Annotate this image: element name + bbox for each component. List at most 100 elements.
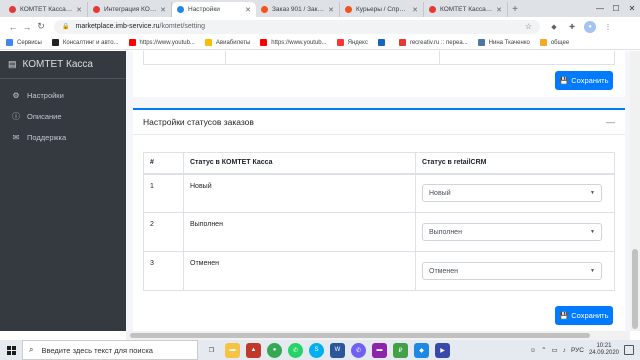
taskbar-search[interactable]: ⌕ Введите здесь текст для поиска — [22, 340, 198, 360]
folder-icon[interactable]: ▬ — [372, 342, 387, 358]
photo-app-icon[interactable]: ▲ — [246, 342, 261, 358]
sidebar-item-description[interactable]: ⓘ Описание — [0, 106, 126, 127]
row-number: 2 — [143, 212, 184, 252]
bookmark-item[interactable]: Нина Ткаченко — [477, 39, 530, 46]
save-button-label: Сохранить — [571, 76, 609, 85]
browser-tab[interactable]: КОМТЕТ Касса - Ос✕ — [424, 2, 508, 17]
game-app-icon[interactable]: ◆ — [414, 342, 429, 358]
tab-close-icon[interactable]: ✕ — [76, 6, 82, 14]
pinned-apps: ❐ ▬ ▲ ● ✆ S W ✆ ▬ ₽ ◆ ▶ — [204, 342, 450, 358]
youtube-icon — [260, 39, 268, 46]
save-button-top[interactable]: 💾 Сохранить — [555, 71, 613, 90]
forward-arrow-icon[interactable]: → — [20, 22, 34, 32]
extension-icon[interactable]: ◆ — [548, 21, 560, 33]
url-host: marketplace.imb-service.ru — [75, 23, 160, 30]
browser-tab[interactable]: КОМТЕТ Касса - Ос✕ — [4, 2, 88, 17]
table-row: 3 Отменен Отменен ▼ — [143, 251, 615, 291]
gears-icon: ⚙ — [12, 91, 20, 100]
minimize-icon[interactable]: — — [592, 0, 608, 17]
sidebar-item-support[interactable]: ✉ Поддержка — [0, 127, 126, 148]
bookmark-label: Авиабилеты — [215, 39, 251, 46]
tab-close-icon[interactable]: ✕ — [496, 6, 502, 14]
bookmark-item[interactable]: Консалтинг и авто... — [51, 39, 119, 46]
money-app-icon[interactable]: ₽ — [393, 342, 408, 358]
browser-tab[interactable]: Заказ 901 / Заказы ✕ — [256, 2, 340, 17]
word-icon[interactable]: W — [330, 342, 345, 358]
back-arrow-icon[interactable]: ← — [6, 22, 20, 32]
bookmark-star-icon[interactable]: ☆ — [525, 22, 532, 31]
scrollbar-thumb[interactable] — [130, 333, 590, 338]
tab-favicon-icon — [9, 6, 16, 13]
tab-close-icon[interactable]: ✕ — [245, 6, 251, 14]
people-icon[interactable]: ☺ — [529, 347, 536, 354]
new-tab-button[interactable]: + — [508, 2, 522, 17]
bookmark-item[interactable]: общее — [539, 39, 569, 46]
crm-status-select[interactable]: Новый ▼ — [422, 184, 602, 203]
bookmark-favicon-icon — [398, 39, 406, 46]
tab-close-icon[interactable]: ✕ — [328, 6, 334, 14]
start-button[interactable] — [0, 340, 22, 360]
tab-close-icon[interactable]: ✕ — [412, 6, 418, 14]
table-cell — [144, 51, 226, 64]
whatsapp-icon[interactable]: ✆ — [288, 342, 303, 358]
system-tray: ☺ ⌃ ▭ ♪ РУС 10:21 24.09.2020 — [529, 343, 640, 357]
collapse-icon[interactable]: — — [606, 117, 615, 127]
status-table: # Статус в КОМТЕТ Касса Статус в retailC… — [143, 152, 615, 291]
skype-icon[interactable]: S — [309, 342, 324, 358]
browser-tab-active[interactable]: Настройки ✕ — [172, 2, 256, 17]
settings-card-previous: 💾 Сохранить — [133, 51, 625, 97]
scrollbar-thumb[interactable] — [632, 249, 638, 329]
horizontal-scrollbar[interactable] — [126, 331, 630, 340]
vertical-scrollbar[interactable] — [630, 51, 640, 331]
chevron-down-icon: ▼ — [590, 229, 595, 235]
close-window-icon[interactable]: ✕ — [624, 0, 640, 17]
table-cell — [440, 51, 614, 64]
tab-close-icon[interactable]: ✕ — [160, 6, 166, 14]
input-language[interactable]: РУС — [571, 347, 584, 354]
file-explorer-icon[interactable]: ▬ — [225, 342, 240, 358]
lock-icon[interactable]: 🔒 — [62, 23, 69, 30]
network-icon[interactable]: ▭ — [552, 346, 558, 354]
crm-status-select[interactable]: Отменен ▼ — [422, 262, 602, 280]
media-app-icon[interactable]: ▶ — [435, 342, 450, 358]
order-status-card: Настройки статусов заказов — # Статус в … — [133, 108, 625, 331]
maximize-icon[interactable]: ☐ — [608, 0, 624, 17]
reload-icon[interactable]: ↻ — [34, 21, 48, 32]
profile-avatar-icon[interactable]: ● — [584, 20, 596, 33]
bookmark-label: Сервисы — [17, 39, 42, 46]
brand[interactable]: ▤ КОМТЕТ Касса — [0, 51, 126, 79]
folder-icon — [539, 39, 547, 46]
bookmark-item[interactable]: Яндекс — [336, 39, 368, 46]
browser-tab[interactable]: Интеграция КОМТЕ✕ — [88, 2, 172, 17]
window-controls: — ☐ ✕ — [592, 0, 640, 17]
crm-status-select[interactable]: Выполнен ▼ — [422, 223, 602, 241]
bookmark-item[interactable] — [377, 39, 389, 46]
bookmark-item[interactable]: Авиабилеты — [204, 39, 251, 46]
notifications-icon[interactable] — [624, 345, 634, 355]
bookmark-item[interactable]: https://www.youtub... — [128, 39, 195, 46]
toolbar-actions: ◆ ✚ ● ⋮ — [548, 20, 614, 33]
menu-dots-icon[interactable]: ⋮ — [602, 21, 614, 33]
chrome-icon[interactable]: ● — [267, 342, 282, 358]
viber-icon[interactable]: ✆ — [351, 342, 366, 358]
tab-title: Настройки — [188, 6, 220, 13]
bookmark-label: Нина Ткаченко — [488, 39, 530, 46]
extensions-puzzle-icon[interactable]: ✚ — [566, 21, 578, 33]
save-button[interactable]: 💾 Сохранить — [555, 306, 613, 325]
select-value: Новый — [429, 189, 451, 197]
sidebar-item-settings[interactable]: ⚙ Настройки — [0, 85, 126, 106]
bookmarks-bar: Сервисы Консалтинг и авто... https://www… — [0, 36, 640, 50]
select-value: Отменен — [429, 267, 458, 275]
save-button-label: Сохранить — [571, 311, 609, 320]
volume-icon[interactable]: ♪ — [563, 347, 566, 354]
main-content: 💾 Сохранить Настройки статусов заказов —… — [126, 51, 630, 331]
bookmark-item[interactable]: Сервисы — [6, 39, 42, 46]
bookmark-item[interactable]: https://www.youtub... — [260, 39, 327, 46]
bookmark-item[interactable]: recreativ.ru :: переа... — [398, 39, 468, 46]
chevron-up-icon[interactable]: ⌃ — [541, 346, 546, 354]
task-view-icon[interactable]: ❐ — [204, 343, 219, 358]
tab-title: Заказ 901 / Заказы — [272, 6, 326, 13]
browser-tab[interactable]: Курьеры / Справоч ✕ — [340, 2, 424, 17]
clock[interactable]: 10:21 24.09.2020 — [589, 343, 619, 357]
address-bar[interactable]: 🔒 marketplace.imb-service.ru/komtet/sett… — [54, 19, 540, 34]
